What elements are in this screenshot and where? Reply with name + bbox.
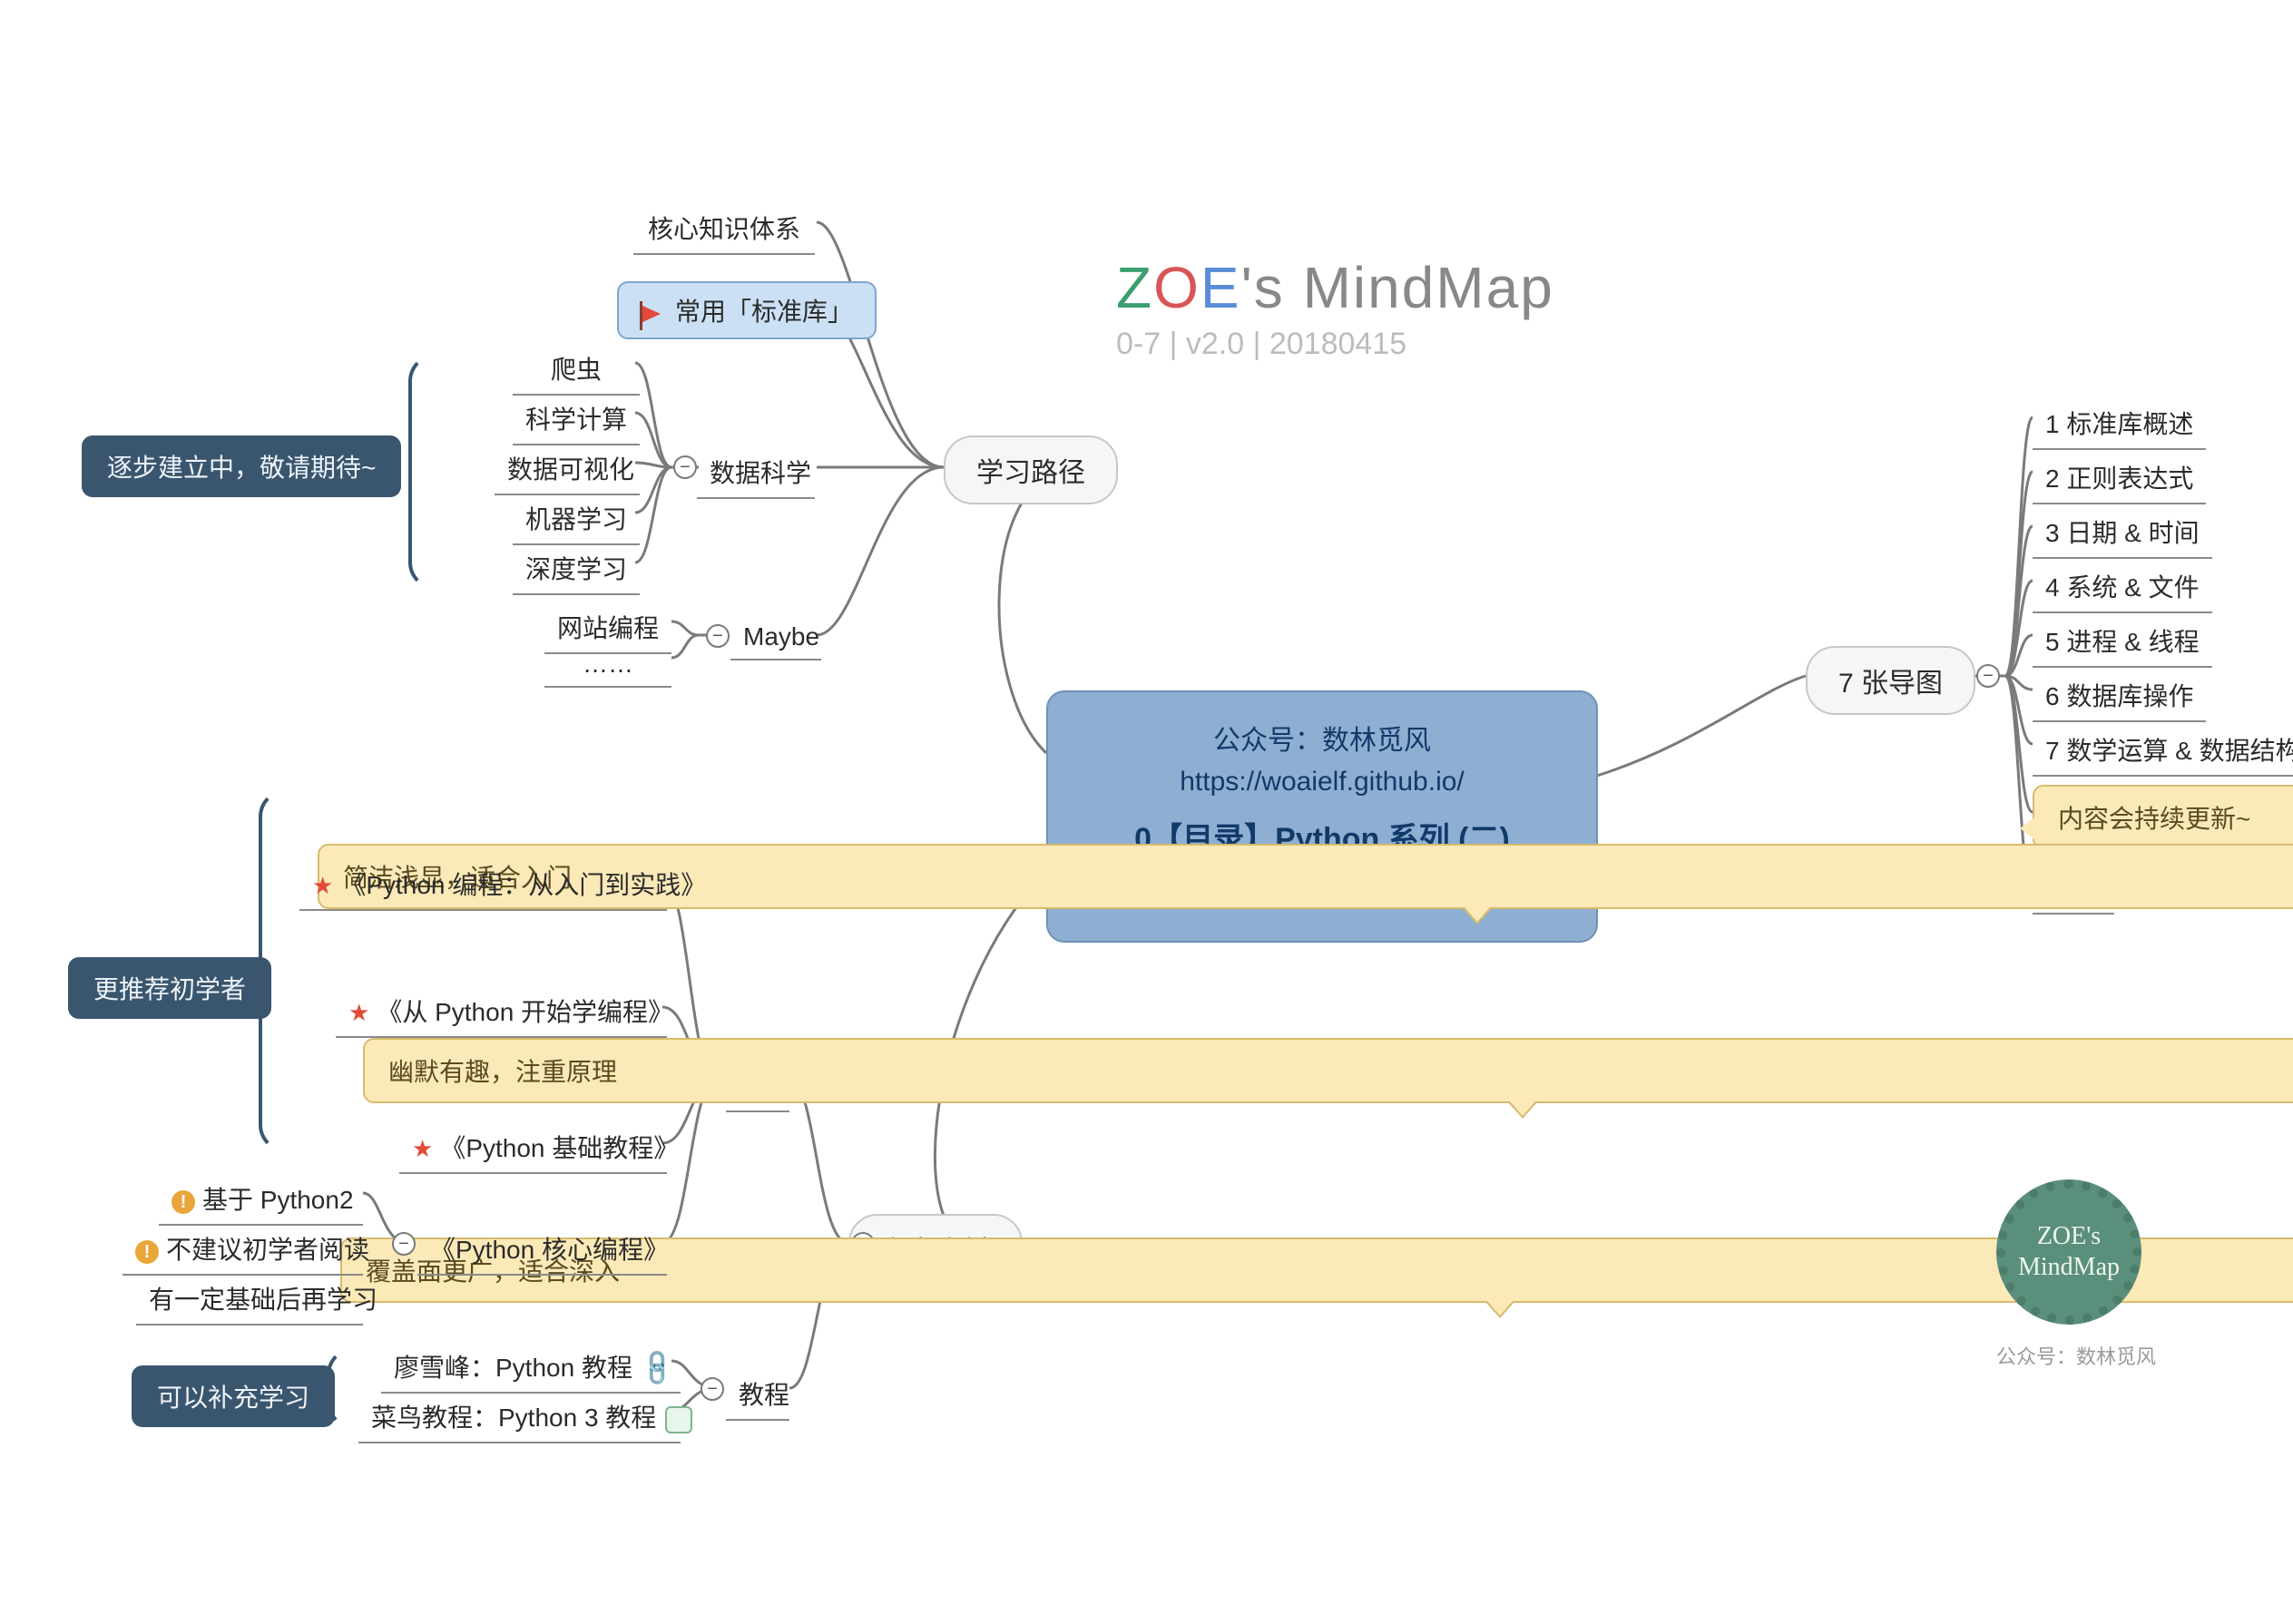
leaf-tut-runoob[interactable]: 菜鸟教程：Python 3 教程 xyxy=(358,1393,681,1443)
leaf-maybe[interactable]: Maybe xyxy=(730,617,821,660)
leaf-tut2-text: 菜鸟教程：Python 3 教程 xyxy=(371,1404,656,1432)
leaf-book1[interactable]: ★《Python 编程：从入门到实践》 xyxy=(299,860,667,911)
star-icon: ★ xyxy=(412,1135,433,1162)
leaf-map-3[interactable]: 3 日期 & 时间 xyxy=(2033,508,2212,559)
leaf-map-7[interactable]: 7 数学运算 & 数据结构 xyxy=(2033,726,2293,777)
leaf-tutorials[interactable]: 教程 xyxy=(726,1370,789,1421)
callout-book2: 幽默有趣，注重原理 xyxy=(363,1038,2293,1103)
brand-subtitle: 0-7 | v2.0 | 20180415 xyxy=(1116,327,1554,362)
leaf-book4-warn1-text: 基于 Python2 xyxy=(202,1186,354,1214)
brand-title: ZOE's MindMap 0-7 | v2.0 | 20180415 xyxy=(1116,254,1554,362)
leaf-map-6[interactable]: 6 数据库操作 xyxy=(2033,671,2206,722)
leaf-ds-scicomp[interactable]: 科学计算 xyxy=(513,395,640,445)
flag-icon xyxy=(641,305,661,323)
leaf-book1-text: 《Python 编程：从入门到实践》 xyxy=(340,871,706,899)
leaf-ds-dl[interactable]: 深度学习 xyxy=(513,544,640,595)
side-note-supplement: 可以补充学习 xyxy=(132,1365,335,1427)
leaf-map-2[interactable]: 2 正则表达式 xyxy=(2033,454,2206,504)
warning-icon: ! xyxy=(171,1190,195,1214)
seal-stamp: ZOE's MindMap 公众号：数林觅风 xyxy=(1996,1179,2156,1370)
leaf-stdlib-text: 常用「标准库」 xyxy=(675,298,853,326)
leaf-map-5[interactable]: 5 进程 & 线程 xyxy=(2033,617,2212,668)
collapse-toggle-ds[interactable]: − xyxy=(673,455,697,479)
leaf-book4-cond[interactable]: 有一定基础后再学习 xyxy=(136,1275,363,1326)
brand-e: E xyxy=(1200,255,1241,320)
brace-path xyxy=(408,354,445,590)
leaf-ds-viz[interactable]: 数据可视化 xyxy=(495,445,640,495)
collapse-toggle-maps[interactable]: − xyxy=(1976,664,2000,688)
brand-o: O xyxy=(1153,255,1200,320)
brand-z: Z xyxy=(1116,255,1153,320)
leaf-maybe-more[interactable]: …… xyxy=(544,644,671,688)
leaf-ds-crawler[interactable]: 爬虫 xyxy=(513,345,640,396)
leaf-data-science[interactable]: 数据科学 xyxy=(697,448,815,499)
leaf-map-4[interactable]: 4 系统 & 文件 xyxy=(2033,563,2212,613)
topic-seven-maps[interactable]: 7 张导图 xyxy=(1806,646,1975,715)
star-icon: ★ xyxy=(312,872,333,899)
leaf-ds-ml[interactable]: 机器学习 xyxy=(513,494,640,545)
central-line-url: https://woaielf.github.io/ xyxy=(1093,767,1551,797)
leaf-tut1-text: 廖雪峰：Python 教程 xyxy=(394,1354,632,1382)
seal-subtitle: 公众号：数林觅风 xyxy=(1996,1341,2156,1370)
leaf-map-1[interactable]: 1 标准库概述 xyxy=(2033,399,2206,450)
central-line-wechat: 公众号：数林觅风 xyxy=(1093,718,1551,758)
leaf-book2[interactable]: ★《从 Python 开始学编程》 xyxy=(336,987,667,1038)
leaf-book4[interactable]: 《Python 核心编程》 xyxy=(417,1225,667,1276)
leaf-stdlib-highlight[interactable]: 常用「标准库」 xyxy=(617,281,877,339)
link-icon: 🔗 xyxy=(635,1346,679,1390)
side-note-beginner: 更推荐初学者 xyxy=(68,957,271,1019)
leaf-book4-warn2-text: 不建议初学者阅读 xyxy=(166,1236,369,1264)
warning-icon: ! xyxy=(135,1240,159,1264)
brace-tutorials xyxy=(327,1347,354,1429)
collapse-toggle-tutorials[interactable]: − xyxy=(701,1377,724,1401)
leaf-tut-liaoxuefeng[interactable]: 廖雪峰：Python 教程🔗 xyxy=(381,1343,681,1394)
brace-books xyxy=(259,789,295,1152)
seal-line2: MindMap xyxy=(2018,1252,2120,1283)
side-note-building: 逐步建立中，敬请期待~ xyxy=(82,435,401,497)
topic-learning-path[interactable]: 学习路径 xyxy=(944,435,1118,504)
star-icon: ★ xyxy=(348,999,369,1026)
collapse-toggle-maybe[interactable]: − xyxy=(706,624,730,648)
collapse-toggle-book4[interactable]: − xyxy=(392,1232,416,1256)
leaf-book4-warn1[interactable]: ! 基于 Python2 xyxy=(159,1175,363,1226)
seal-line1: ZOE's xyxy=(2018,1221,2120,1252)
leaf-book4-warn2[interactable]: !不建议初学者阅读 xyxy=(122,1225,363,1276)
leaf-book3-text: 《Python 基础教程》 xyxy=(440,1134,679,1162)
leaf-book3[interactable]: ★《Python 基础教程》 xyxy=(399,1123,667,1174)
brand-rest: 's MindMap xyxy=(1241,255,1554,320)
site-icon xyxy=(665,1406,692,1433)
leaf-core-knowledge[interactable]: 核心知识体系 xyxy=(633,204,815,255)
callout-maps-updating: 内容会持续更新~ xyxy=(2033,785,2293,850)
leaf-book2-text: 《从 Python 开始学编程》 xyxy=(377,998,673,1026)
